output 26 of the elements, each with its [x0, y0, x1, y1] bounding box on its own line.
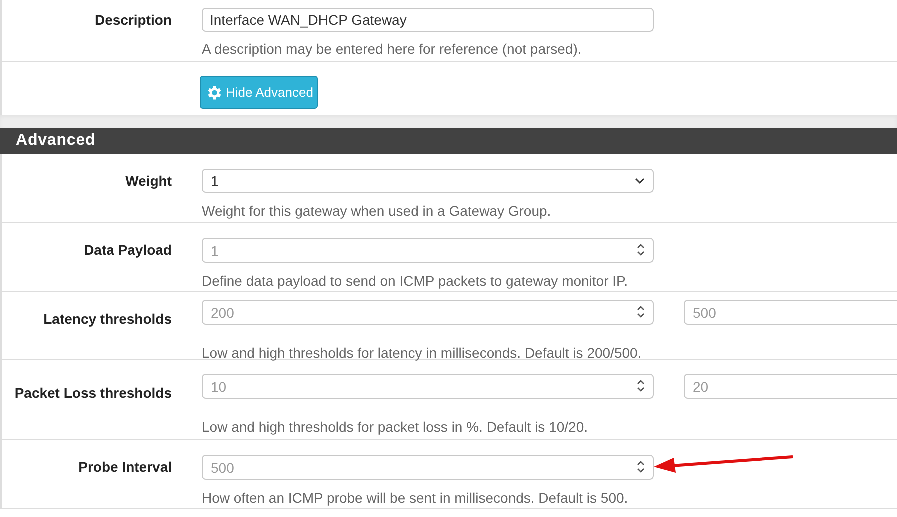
number-field[interactable]: 1	[202, 238, 654, 263]
section-title: Advanced	[16, 131, 96, 151]
spinner-icon[interactable]	[636, 378, 646, 394]
number-field[interactable]: 500	[684, 300, 897, 325]
help-text: Low and high thresholds for packet loss in %. Default is 10/20.	[202, 418, 589, 437]
spinner-icon[interactable]	[636, 459, 646, 475]
help-text: Low and high thresholds for latency in milliseconds. Default is 200/500.	[202, 344, 643, 363]
number-field[interactable]: 10	[202, 374, 654, 399]
help-text: A description may be entered here for reference (not parsed).	[202, 40, 583, 59]
field-label: Description	[94, 11, 172, 30]
number-field[interactable]: 20	[684, 374, 897, 399]
field-label: Data Payload	[84, 241, 172, 260]
help-text: Define data payload to send on ICMP packets to gateway monitor IP.	[202, 272, 629, 291]
field-label: Weight	[126, 172, 172, 191]
number-field[interactable]: 200	[202, 300, 654, 325]
chevron-down-icon	[635, 177, 645, 185]
field-label: Packet Loss thresholds	[14, 384, 172, 403]
field-label: Probe Interval	[78, 458, 172, 477]
select-field[interactable]: 1	[202, 169, 654, 193]
number-field[interactable]: 500	[202, 455, 654, 480]
help-text: How often an ICMP probe will be sent in milliseconds. Default is 500.	[202, 489, 630, 508]
help-text: Weight for this gateway when used in a Gateway Group.	[202, 202, 552, 221]
spinner-icon[interactable]	[636, 242, 646, 258]
spinner-icon[interactable]	[636, 304, 646, 320]
description-field[interactable]: Interface WAN_DHCP Gateway	[202, 8, 654, 32]
field-label: Latency thresholds	[44, 310, 172, 329]
